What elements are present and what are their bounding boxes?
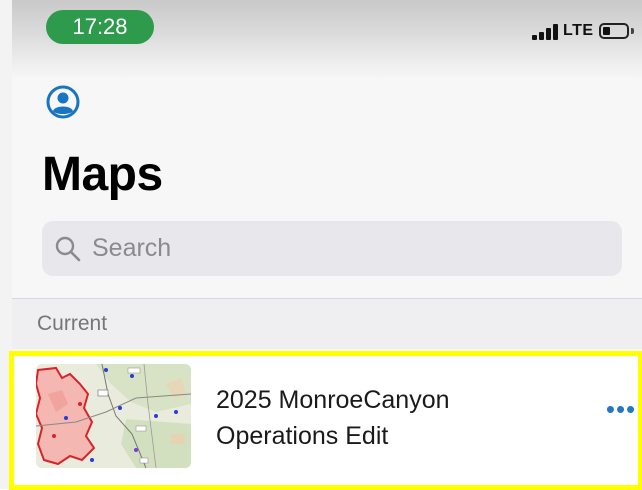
battery-icon (599, 23, 629, 39)
person-circle-icon[interactable] (46, 85, 80, 119)
network-type: LTE (563, 22, 594, 39)
more-icon[interactable]: ••• (604, 396, 638, 426)
search-icon (55, 236, 81, 262)
page-title: Maps (42, 148, 163, 201)
map-title: 2025 MonroeCanyon Operations Edit (216, 386, 450, 450)
section-label: Current (37, 312, 108, 335)
battery-tip (631, 28, 634, 34)
map-thumbnail (36, 364, 191, 468)
status-bar: 17:28 LTE (12, 0, 642, 78)
map-list-item[interactable]: 2025 MonroeCanyon Operations Edit ••• (9, 351, 642, 490)
status-time: 17:28 (46, 10, 154, 44)
cellular-signal-icon (532, 24, 560, 40)
search-placeholder: Search (92, 234, 172, 262)
section-header-current: Current (12, 299, 642, 349)
search-input[interactable]: Search (42, 221, 622, 276)
